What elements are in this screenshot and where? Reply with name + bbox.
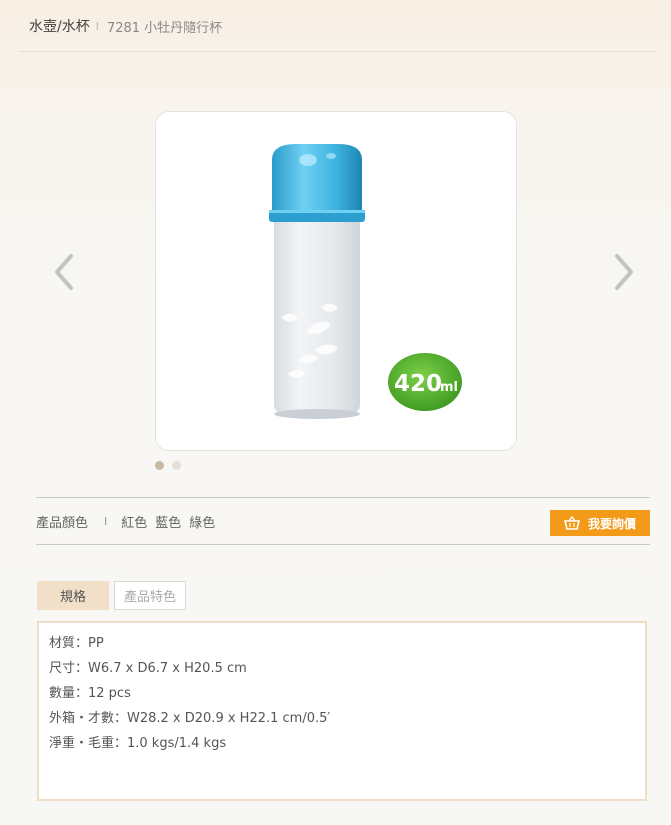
gallery-next-button[interactable] bbox=[612, 252, 638, 292]
color-separator: I bbox=[104, 514, 108, 528]
spec-weight: 淨重・毛重：1.0 kgs/1.4 kgs bbox=[49, 736, 227, 751]
spec-material: 材質：PP bbox=[49, 636, 104, 651]
spec-carton: 外箱・才數：W28.2 x D20.9 x H22.1 cm/0.5′ bbox=[49, 711, 331, 726]
product-color-row: 產品顏色 I 紅色 藍色 綠色 我要詢價 bbox=[36, 497, 650, 545]
chevron-left-icon bbox=[55, 254, 73, 290]
breadcrumb-category-link[interactable]: 水壺/水杯 bbox=[29, 16, 90, 36]
product-image[interactable]: 420 ml bbox=[155, 111, 517, 451]
tab-features[interactable]: 產品特色 bbox=[114, 581, 186, 610]
color-label: 產品顏色 bbox=[36, 515, 89, 531]
badge-unit: ml bbox=[440, 380, 458, 395]
basket-icon bbox=[563, 516, 580, 530]
badge-number: 420 bbox=[394, 371, 442, 397]
inquiry-label: 我要詢價 bbox=[587, 516, 636, 531]
product-photo: 420 ml bbox=[156, 112, 516, 450]
gallery-dot-1[interactable] bbox=[155, 461, 164, 470]
gallery-prev-button[interactable] bbox=[50, 252, 76, 292]
color-option-red[interactable]: 紅色 bbox=[121, 512, 147, 531]
gallery-dot-2[interactable] bbox=[172, 461, 181, 470]
spec-quantity: 數量：12 pcs bbox=[49, 686, 131, 701]
color-option-blue[interactable]: 藍色 bbox=[155, 512, 181, 531]
gallery-pagination bbox=[155, 461, 181, 470]
color-option-green[interactable]: 綠色 bbox=[189, 512, 215, 531]
chevron-right-icon bbox=[615, 254, 633, 290]
spec-size: 尺寸：W6.7 x D6.7 x H20.5 cm bbox=[49, 661, 247, 676]
inquiry-button[interactable]: 我要詢價 bbox=[550, 510, 650, 536]
breadcrumb: 水壺/水杯 I 7281 小牡丹隨行杯 bbox=[0, 0, 671, 52]
tab-specs[interactable]: 規格 bbox=[37, 581, 109, 610]
breadcrumb-separator: I bbox=[95, 19, 99, 33]
detail-tabs: 規格 產品特色 bbox=[37, 581, 186, 610]
breadcrumb-current: 7281 小牡丹隨行杯 bbox=[106, 20, 223, 36]
spec-panel: 材質：PP 尺寸：W6.7 x D6.7 x H20.5 cm 數量：12 pc… bbox=[37, 621, 647, 801]
breadcrumb-divider bbox=[18, 51, 657, 52]
